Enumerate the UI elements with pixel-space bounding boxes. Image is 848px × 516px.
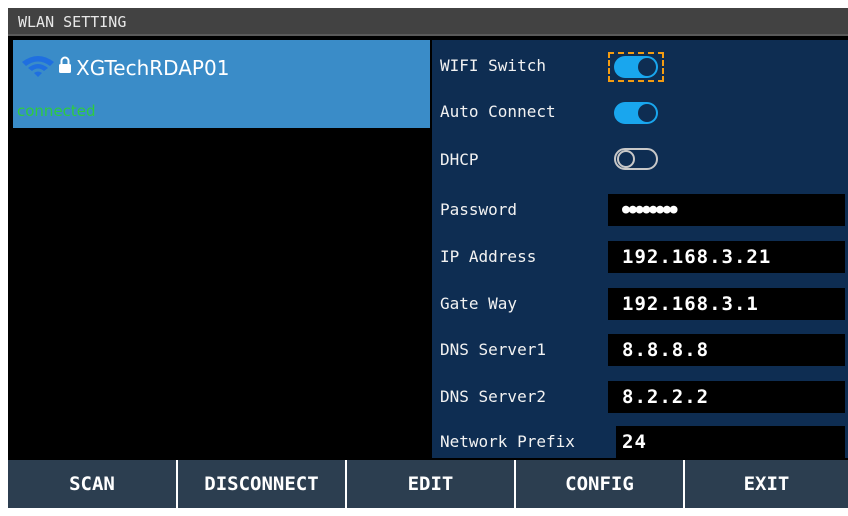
wifi-switch-toggle[interactable] xyxy=(614,56,658,78)
network-status: connected xyxy=(17,102,96,120)
gateway-label: Gate Way xyxy=(440,294,518,313)
network-ssid: XGTechRDAP01 xyxy=(76,56,230,80)
wlan-setting-screen: WLAN SETTING XGTechRDAP01 connected WIFI… xyxy=(8,8,848,508)
scan-button[interactable]: SCAN xyxy=(8,460,176,508)
title-bar: WLAN SETTING xyxy=(8,8,848,36)
auto-connect-label: Auto Connect xyxy=(440,102,556,121)
dhcp-toggle[interactable] xyxy=(614,148,658,170)
dns-server1-label: DNS Server1 xyxy=(440,340,546,359)
edit-button[interactable]: EDIT xyxy=(347,460,514,508)
dns-server2-label: DNS Server2 xyxy=(440,387,546,406)
window-title: WLAN SETTING xyxy=(18,13,127,31)
network-list[interactable]: XGTechRDAP01 connected xyxy=(13,40,430,458)
dns-server1-field[interactable]: 8.8.8.8 xyxy=(608,334,845,366)
dns-server2-field[interactable]: 8.2.2.2 xyxy=(608,381,845,413)
ip-address-label: IP Address xyxy=(440,247,537,266)
toggle-knob xyxy=(638,58,656,76)
exit-button[interactable]: EXIT xyxy=(685,460,848,508)
bottom-toolbar: SCAN DISCONNECT EDIT CONFIG EXIT xyxy=(8,460,848,508)
network-item[interactable]: XGTechRDAP01 connected xyxy=(13,40,430,128)
gateway-field[interactable]: 192.168.3.1 xyxy=(608,288,845,320)
wifi-icon xyxy=(22,56,54,77)
network-prefix-label: Network Prefix xyxy=(440,432,575,451)
settings-panel: WIFI Switch Auto Connect DHCP Password ●… xyxy=(432,40,848,458)
wifi-switch-label: WIFI Switch xyxy=(440,56,546,75)
network-prefix-field[interactable]: 24 xyxy=(616,426,845,458)
toggle-knob xyxy=(638,104,656,122)
config-button[interactable]: CONFIG xyxy=(516,460,683,508)
ip-address-field[interactable]: 192.168.3.21 xyxy=(608,241,845,273)
toggle-knob xyxy=(617,150,635,168)
password-field[interactable]: ●●●●●●●● xyxy=(608,194,845,226)
password-label: Password xyxy=(440,200,518,219)
auto-connect-toggle[interactable] xyxy=(614,102,658,124)
disconnect-button[interactable]: DISCONNECT xyxy=(178,460,345,508)
dhcp-label: DHCP xyxy=(440,150,479,169)
lock-icon xyxy=(59,56,71,73)
